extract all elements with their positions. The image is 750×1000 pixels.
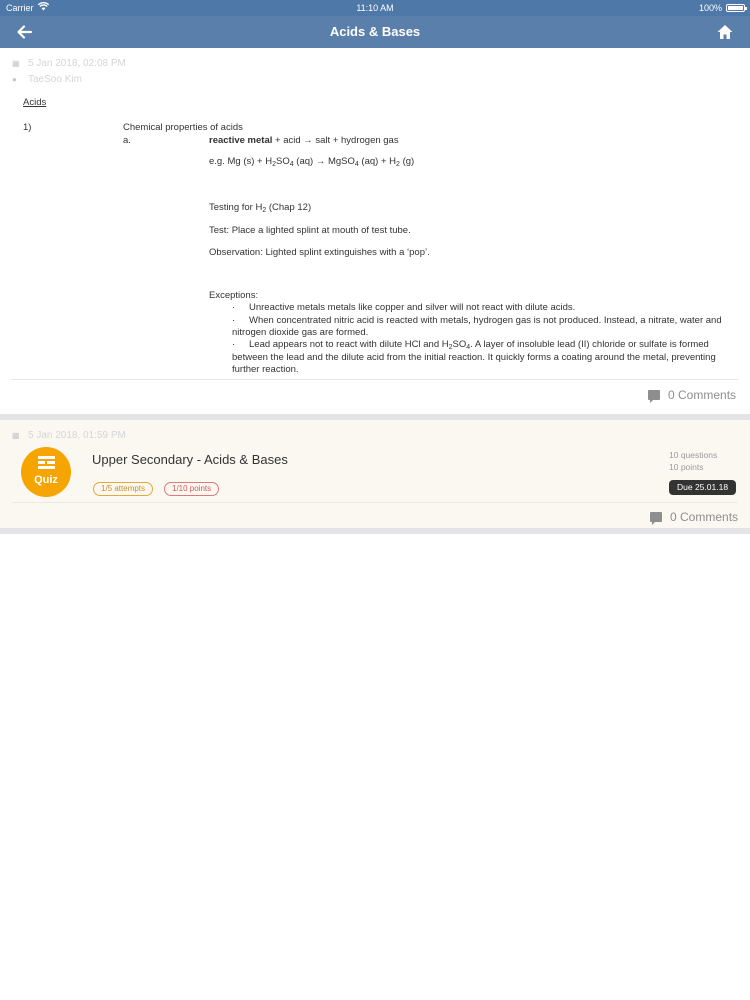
reaction-line: reactive metal + acid → salt + hydrogen … — [209, 135, 399, 147]
bullet: · — [232, 302, 236, 313]
points-total: 10 points — [669, 462, 704, 472]
status-time: 11:10 AM — [356, 3, 394, 13]
battery-icon — [726, 4, 747, 12]
exception-3-line-1: Lead appears not to react with dilute HC… — [249, 339, 709, 351]
post-comments-count: 0 Comments — [668, 388, 737, 402]
page-title: Acids & Bases — [329, 24, 421, 39]
quiz-comments-button[interactable]: 0 Comments — [650, 510, 739, 525]
section-heading: Acids — [23, 97, 47, 108]
questions-count: 10 questions — [669, 450, 718, 460]
quiz-date-row: ▦ 5 Jan 2018, 01:59 PM — [12, 430, 126, 441]
quiz-list-icon — [38, 456, 55, 470]
eg-part: (aq) → MgSO — [293, 156, 355, 167]
attempts-badge: 1/5 attempts — [93, 482, 154, 496]
reaction-bold: reactive metal — [209, 135, 273, 146]
section-separator — [0, 528, 750, 534]
exceptions-heading: Exceptions: — [209, 290, 259, 301]
reaction-rest: + acid → salt + hydrogen gas — [272, 135, 399, 146]
points-badge: 1/10 points — [164, 482, 220, 496]
person-icon: ● — [12, 75, 17, 84]
quiz-comments-count: 0 Comments — [670, 510, 739, 524]
item-title: Chemical properties of acids — [123, 122, 243, 133]
home-icon[interactable] — [714, 21, 736, 43]
exception-3-line-2: between the lead and the dilute acid fro… — [232, 352, 716, 363]
eg-part: (g) — [399, 156, 415, 167]
comment-icon — [650, 512, 662, 525]
bullet: · — [232, 315, 236, 326]
battery-percent: 100% — [698, 3, 722, 13]
post-comments-button[interactable]: 0 Comments — [648, 388, 737, 403]
testing-heading: Testing for H2 (Chap 12) — [209, 202, 311, 214]
post-author-row: ● TaeSoo Kim — [12, 74, 82, 85]
divider — [12, 502, 738, 503]
eg-part: e.g. Mg (s) + H — [209, 156, 273, 167]
due-date-badge: Due 25.01.18 — [669, 480, 737, 495]
quiz-card[interactable]: ▦ 5 Jan 2018, 01:59 PM Quiz Upper Seconda… — [0, 420, 750, 528]
post-date: 5 Jan 2018, 02:08 PM — [28, 58, 126, 69]
quiz-stats: 10 questions 10 points — [669, 449, 717, 473]
eg-part: SO — [276, 156, 290, 167]
exception-3-part: SO — [452, 339, 467, 350]
calendar-icon: ▦ — [12, 59, 20, 68]
exception-2-line-2: nitrogen dioxide gas are formed. — [232, 327, 369, 338]
testing-part: (Chap 12) — [266, 202, 312, 213]
exception-3-part: . A layer of insoluble lead (II) chlorid… — [470, 339, 709, 350]
exception-3-part: Lead appears not to react with dilute HC… — [249, 339, 449, 350]
divider — [12, 379, 738, 380]
post-date-row: ▦ 5 Jan 2018, 02:08 PM — [12, 58, 126, 69]
exception-3-line-3: further reaction. — [232, 364, 299, 375]
comment-icon — [648, 390, 660, 403]
test-line: Test: Place a lighted splint at mouth of… — [209, 225, 411, 236]
item-number: 1) — [23, 122, 32, 133]
exception-1: Unreactive metals metals like copper and… — [249, 302, 576, 313]
sub-letter: a. — [123, 135, 131, 146]
eg-part: (aq) + H — [358, 156, 397, 167]
quiz-badge[interactable]: Quiz — [21, 447, 71, 497]
nav-bar: Acids & Bases — [0, 16, 750, 48]
quiz-title[interactable]: Upper Secondary - Acids & Bases — [92, 452, 288, 467]
exception-2-line-1: When concentrated nitric acid is reacted… — [249, 315, 722, 326]
calendar-icon: ▦ — [12, 431, 20, 440]
bullet: · — [232, 339, 236, 350]
post-card: ▦ 5 Jan 2018, 02:08 PM ● TaeSoo Kim Acids … — [0, 48, 750, 414]
observation-line: Observation: Lighted splint extinguishes… — [209, 247, 430, 258]
status-bar: Carrier 11:10 AM 100% — [0, 0, 750, 16]
post-author: TaeSoo Kim — [28, 74, 82, 85]
example-equation: e.g. Mg (s) + H2SO4 (aq) → MgSO4 (aq) + … — [209, 156, 414, 168]
quiz-date: 5 Jan 2018, 01:59 PM — [28, 430, 126, 441]
testing-part: Testing for H — [209, 202, 263, 213]
quiz-badge-label: Quiz — [34, 474, 58, 486]
